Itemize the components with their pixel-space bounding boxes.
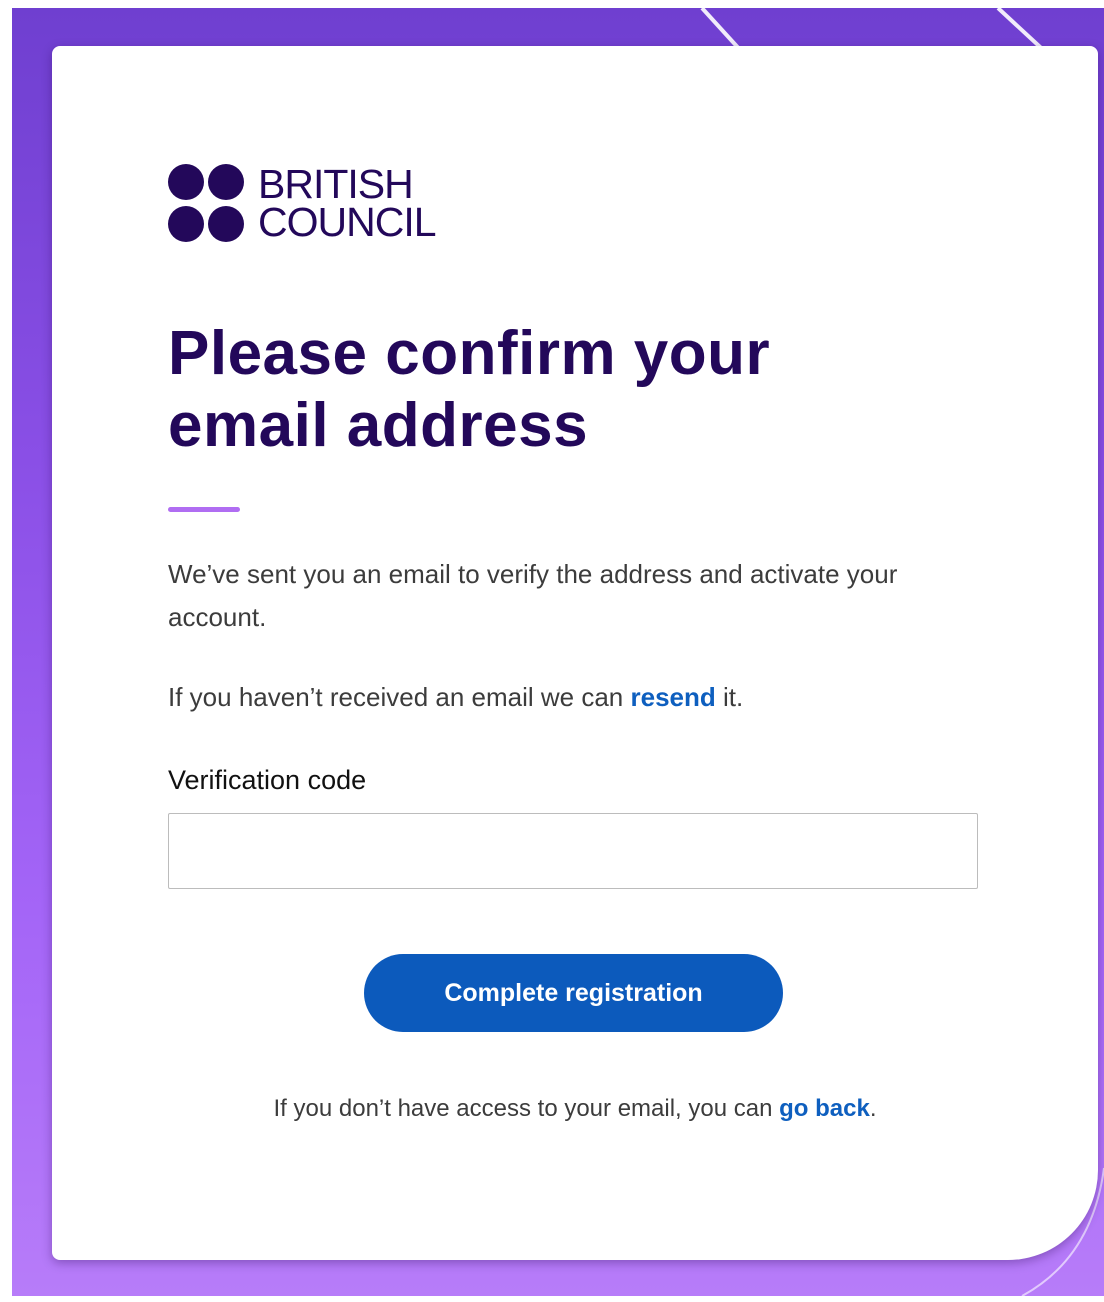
intro-text: We’ve sent you an email to verify the ad… [168, 559, 898, 632]
verification-code-label: Verification code [168, 765, 367, 795]
logo-line-1: BRITISH [258, 161, 414, 207]
resend-link[interactable]: resend [630, 682, 715, 712]
resend-text: If you haven’t received an email we can … [168, 682, 744, 712]
title-accent-divider [168, 507, 240, 512]
page-title: Please confirm your email address [168, 319, 771, 460]
british-council-logo[interactable]: BRITISH COUNCIL [168, 161, 437, 245]
verification-code-input[interactable] [168, 813, 978, 889]
logo-line-2: COUNCIL [258, 199, 437, 245]
logo-dots-icon [168, 164, 244, 242]
logo-text: BRITISH COUNCIL [258, 161, 437, 245]
complete-registration-button[interactable]: Complete registration [364, 954, 783, 1032]
go-back-link[interactable]: go back [779, 1095, 870, 1122]
footer-note: If you don’t have access to your email, … [273, 1095, 877, 1122]
